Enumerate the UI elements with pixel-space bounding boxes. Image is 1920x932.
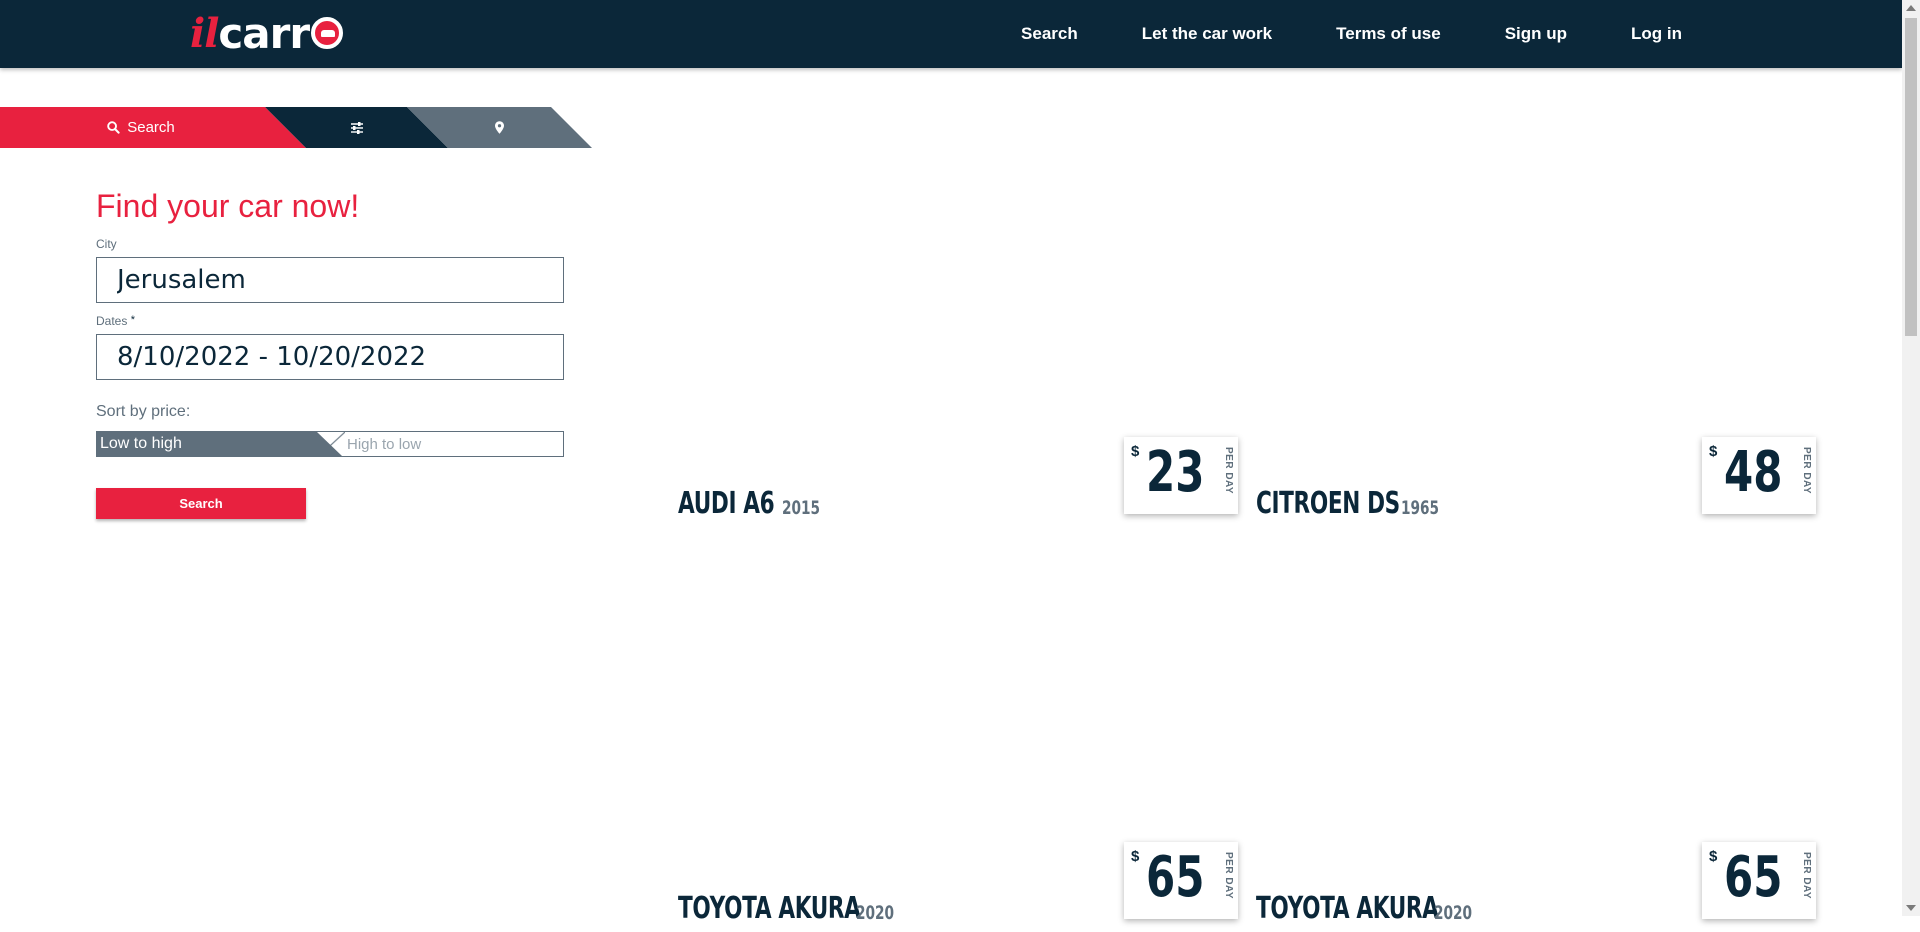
scroll-thumb[interactable] bbox=[1905, 18, 1917, 336]
price-value: 48 bbox=[1724, 440, 1783, 505]
main-nav: Search Let the car work Terms of use Sig… bbox=[1021, 0, 1682, 68]
page-title: Find your car now! bbox=[96, 188, 360, 224]
car-year: 2015 bbox=[782, 497, 821, 519]
currency-symbol: $ bbox=[1709, 848, 1718, 865]
price-tag: $ 65 PER DAY bbox=[1702, 842, 1816, 919]
car-card[interactable]: CITROEN DS 1965 $ 48 PER DAY bbox=[1256, 437, 1816, 527]
dates-input[interactable] bbox=[96, 334, 564, 380]
price-tag: $ 65 PER DAY bbox=[1124, 842, 1238, 919]
dates-label: Dates * bbox=[96, 314, 135, 328]
dates-label-text: Dates bbox=[96, 314, 128, 328]
nav-terms-of-use[interactable]: Terms of use bbox=[1336, 24, 1441, 44]
nav-search[interactable]: Search bbox=[1021, 24, 1078, 44]
map-pin-icon bbox=[495, 121, 504, 134]
nav-log-in[interactable]: Log in bbox=[1631, 24, 1682, 44]
search-icon bbox=[107, 121, 120, 134]
price-per-wrapper: PER DAY bbox=[1218, 852, 1234, 906]
car-year: 2020 bbox=[856, 902, 895, 924]
price-per-label: PER DAY bbox=[1801, 447, 1812, 495]
car-name: TOYOTA AKURA bbox=[1256, 891, 1439, 926]
search-button[interactable]: Search bbox=[96, 488, 306, 519]
price-tag: $ 23 PER DAY bbox=[1124, 437, 1238, 514]
price-tag: $ 48 PER DAY bbox=[1702, 437, 1816, 514]
price-per-wrapper: PER DAY bbox=[1796, 852, 1812, 906]
car-logo-icon bbox=[311, 17, 344, 49]
city-input[interactable] bbox=[96, 257, 564, 303]
nav-let-car-work[interactable]: Let the car work bbox=[1142, 24, 1272, 44]
sort-high-to-low[interactable]: High to low bbox=[347, 432, 421, 456]
price-value: 65 bbox=[1724, 845, 1783, 910]
car-name: TOYOTA AKURA bbox=[678, 891, 861, 926]
sort-low-label: Low to high bbox=[100, 435, 182, 452]
search-mode-tabs: Search bbox=[0, 107, 592, 148]
car-card[interactable]: TOYOTA AKURA 2020 $ 65 PER DAY bbox=[1256, 842, 1816, 932]
tab-search[interactable]: Search bbox=[0, 107, 306, 148]
sort-high-label: High to low bbox=[347, 435, 422, 453]
car-year: 1965 bbox=[1401, 497, 1440, 519]
tab-search-label: Search bbox=[127, 119, 175, 136]
price-per-wrapper: PER DAY bbox=[1218, 447, 1234, 501]
price-per-label: PER DAY bbox=[1801, 852, 1812, 900]
logo-main: carr bbox=[218, 8, 310, 58]
sort-toggle: Low to high High to low bbox=[96, 431, 564, 457]
price-value: 65 bbox=[1146, 845, 1205, 910]
car-name: CITROEN DS bbox=[1256, 486, 1400, 521]
car-card[interactable]: AUDI A6 2015 $ 23 PER DAY bbox=[678, 437, 1238, 527]
sort-label: Sort by price: bbox=[96, 403, 191, 420]
car-card[interactable]: TOYOTA AKURA 2020 $ 65 PER DAY bbox=[678, 842, 1238, 932]
sort-low-to-high[interactable]: Low to high bbox=[97, 432, 342, 456]
top-navbar: il carr Search Let the car work Terms of… bbox=[0, 0, 1902, 68]
price-per-label: PER DAY bbox=[1223, 852, 1234, 900]
required-marker: * bbox=[130, 314, 135, 326]
scroll-up-arrow-icon[interactable] bbox=[1906, 5, 1916, 11]
price-per-label: PER DAY bbox=[1223, 447, 1234, 495]
car-name: AUDI A6 bbox=[678, 486, 775, 521]
sort-divider bbox=[319, 432, 345, 456]
car-year: 2020 bbox=[1434, 902, 1473, 924]
scroll-down-arrow-icon[interactable] bbox=[1906, 905, 1916, 911]
currency-symbol: $ bbox=[1131, 443, 1140, 460]
ilcarro-logo[interactable]: il carr bbox=[190, 8, 344, 58]
logo-prefix: il bbox=[190, 9, 219, 57]
price-per-wrapper: PER DAY bbox=[1796, 447, 1812, 501]
nav-sign-up[interactable]: Sign up bbox=[1505, 24, 1567, 44]
city-label: City bbox=[96, 237, 117, 251]
page-scrollbar[interactable] bbox=[1902, 0, 1920, 916]
sliders-icon bbox=[350, 121, 363, 134]
currency-symbol: $ bbox=[1131, 848, 1140, 865]
price-value: 23 bbox=[1146, 440, 1205, 505]
currency-symbol: $ bbox=[1709, 443, 1718, 460]
